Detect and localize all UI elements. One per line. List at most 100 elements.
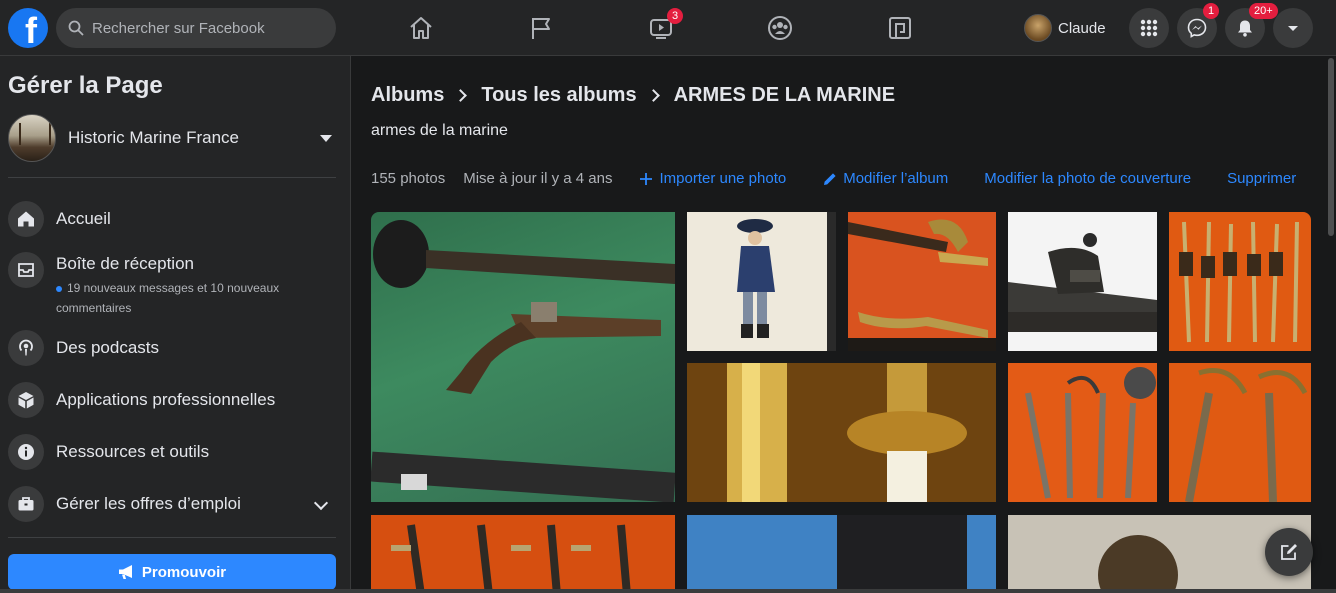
promote-label: Promouvoir	[141, 563, 227, 581]
sidebar-item-label: Accueil	[56, 209, 111, 228]
scrollbar[interactable]	[1326, 56, 1336, 593]
search-box[interactable]	[56, 8, 336, 48]
breadcrumb-all-albums[interactable]: Tous les albums	[481, 84, 636, 107]
daggers-photo	[391, 524, 631, 593]
chevron-down-icon[interactable]	[313, 495, 329, 511]
album-title: ARMES DE LA MARINE	[673, 84, 896, 106]
groups-icon	[768, 16, 792, 40]
flag-icon	[532, 18, 550, 39]
caret-down-icon	[320, 134, 332, 142]
home-nav-button[interactable]	[401, 8, 441, 48]
home-icon	[410, 17, 432, 39]
new-message-button[interactable]	[1265, 528, 1313, 576]
import-photo-link[interactable]: Importer une photo	[638, 170, 786, 187]
sidebar-title: Gérer la Page	[8, 72, 163, 99]
photo-thumbnail[interactable]	[371, 515, 675, 593]
info-icon	[18, 444, 34, 460]
sidebar-item-inbox[interactable]: Boîte de réception 19 nouveaux messages …	[8, 252, 336, 318]
photo-thumbnail[interactable]	[1008, 363, 1157, 502]
photo-thumbnail[interactable]	[687, 212, 836, 351]
blue-photo	[687, 515, 996, 593]
cube-icon	[18, 392, 34, 409]
manage-page-sidebar: Gérer la Page Historic Marine France Acc…	[0, 56, 351, 593]
search-input[interactable]	[92, 19, 312, 37]
pages-nav-button[interactable]	[521, 8, 561, 48]
photo-thumbnail[interactable]	[848, 212, 996, 351]
breadcrumb: Albums Tous les albums ARMES DE LA MARIN…	[371, 84, 895, 107]
sabers-display-photo	[1025, 367, 1156, 499]
messenger-button[interactable]: 1	[1177, 3, 1220, 48]
photo-thumbnail[interactable]	[1169, 363, 1311, 502]
pencil-icon	[824, 172, 836, 185]
swords-photo	[1179, 221, 1299, 343]
flintlock-photo	[1008, 233, 1157, 332]
page-avatar	[8, 114, 56, 162]
plus-icon	[640, 172, 653, 185]
facebook-logo[interactable]: f	[8, 8, 48, 48]
album-content: Albums Tous les albums ARMES DE LA MARIN…	[352, 56, 1326, 593]
messenger-badge: 1	[1203, 3, 1220, 19]
divider	[8, 537, 336, 538]
inbox-icon	[18, 263, 34, 277]
messenger-icon	[1187, 18, 1207, 38]
briefcase-icon	[18, 497, 34, 511]
officer-illustration-photo	[737, 212, 836, 351]
page-switcher[interactable]: Historic Marine France	[8, 112, 336, 164]
sidebar-item-label: Boîte de réception	[56, 254, 194, 273]
photo-thumbnail[interactable]	[1169, 212, 1311, 351]
home-icon	[18, 211, 34, 227]
hilt-closeup-photo	[687, 363, 996, 502]
account-menu-button[interactable]	[1273, 8, 1313, 48]
breadcrumb-albums[interactable]: Albums	[371, 84, 444, 107]
sidebar-item-label: Des podcasts	[56, 338, 159, 357]
profile-name: Claude	[1058, 19, 1106, 37]
sidebar-item-label: Ressources et outils	[56, 442, 210, 461]
sidebar-item-label: Gérer les offres d’emploi	[56, 494, 241, 513]
chevron-right-icon	[646, 89, 660, 102]
sidebar-item-podcasts[interactable]: Des podcasts	[8, 330, 336, 366]
photo-thumbnail[interactable]	[1008, 212, 1157, 351]
album-actions-row: 155 photos Mise à jour il y a 4 ans Impo…	[371, 170, 1296, 187]
grid-menu-icon	[1140, 19, 1158, 37]
saber-photo	[848, 219, 996, 351]
avatar	[1024, 14, 1052, 42]
chevron-right-icon	[454, 89, 468, 102]
groups-nav-button[interactable]	[760, 8, 800, 48]
delete-album-link[interactable]: Supprimer	[1227, 170, 1296, 187]
megaphone-icon	[118, 565, 132, 579]
notifications-button[interactable]: 20+	[1225, 3, 1278, 48]
photo-thumbnail[interactable]	[371, 212, 675, 502]
photo-thumbnail[interactable]	[687, 515, 996, 593]
divider	[8, 177, 336, 178]
pistol-photo	[371, 220, 675, 502]
horizontal-scrollbar[interactable]	[0, 589, 1336, 593]
bell-icon	[1238, 20, 1252, 37]
sidebar-item-resources[interactable]: Ressources et outils	[8, 434, 336, 470]
caret-down-icon	[1288, 26, 1298, 31]
change-cover-link[interactable]: Modifier la photo de couverture	[984, 170, 1191, 187]
gaming-nav-button[interactable]	[880, 8, 920, 48]
promote-button[interactable]: Promouvoir	[8, 554, 336, 590]
album-description: armes de la marine	[371, 122, 508, 139]
sidebar-item-jobs[interactable]: Gérer les offres d’emploi	[8, 486, 336, 522]
gaming-icon	[889, 17, 911, 39]
sidebar-item-label: Applications professionnelles	[56, 390, 276, 409]
photo-thumbnail[interactable]	[687, 363, 996, 502]
photo-count: 155 photos	[371, 170, 446, 187]
last-updated: Mise à jour il y a 4 ans	[463, 170, 613, 187]
inbox-summary: 19 nouveaux messages et 10 nouveaux comm…	[56, 281, 280, 315]
notifications-badge: 20+	[1249, 3, 1278, 19]
scrollbar-thumb[interactable]	[1328, 58, 1334, 236]
watch-nav-button[interactable]: 3	[641, 8, 684, 48]
unread-dot	[56, 285, 62, 292]
compose-icon	[1281, 544, 1297, 560]
edit-album-link[interactable]: Modifier l’album	[822, 170, 948, 187]
sidebar-item-home[interactable]: Accueil	[8, 201, 336, 237]
sidebar-item-business-apps[interactable]: Applications professionnelles	[8, 382, 336, 418]
menu-button[interactable]	[1129, 8, 1169, 48]
sword-hilts-photo	[1185, 368, 1308, 502]
top-navigation-bar: f 3 Claude 1 20+	[0, 0, 1336, 56]
search-icon	[68, 20, 84, 36]
profile-button[interactable]: Claude	[1024, 12, 1106, 44]
watch-badge: 3	[667, 8, 684, 24]
